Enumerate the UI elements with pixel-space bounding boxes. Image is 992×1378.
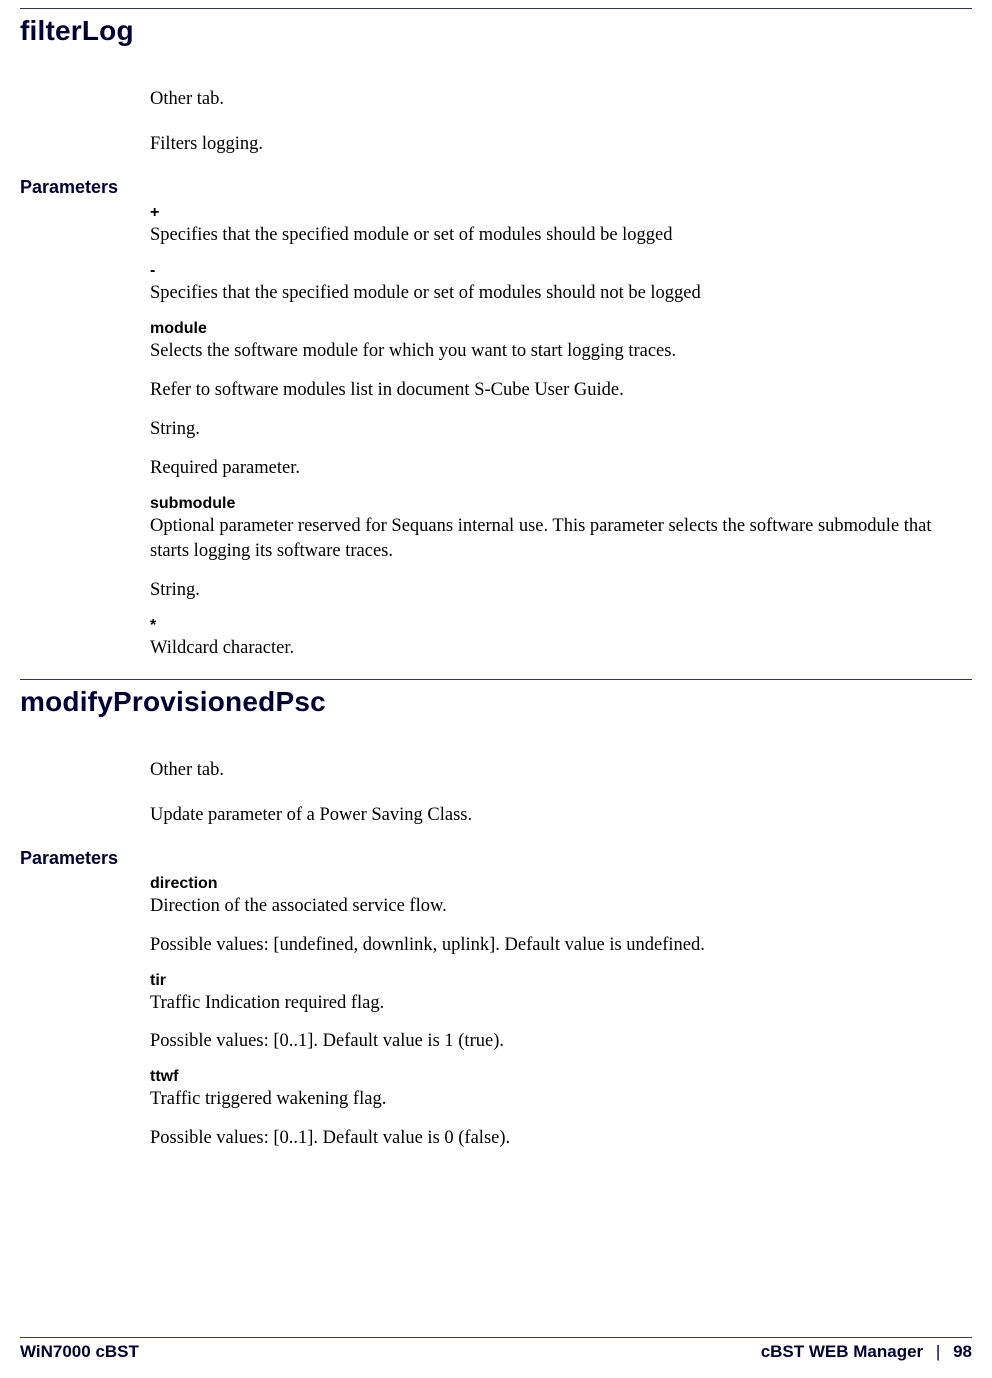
param-desc: Specifies that the specified module or s…	[150, 223, 942, 248]
param-desc: Optional parameter reserved for Sequans …	[150, 514, 942, 564]
param-desc: Required parameter.	[150, 456, 942, 481]
param-desc: Traffic Indication required flag.	[150, 991, 942, 1016]
footer-right-label: cBST WEB Manager	[761, 1342, 923, 1361]
parameters-heading: Parameters	[20, 177, 972, 198]
section-intro: Other tab. Filters logging.	[150, 87, 942, 157]
intro-para: Filters logging.	[150, 132, 942, 157]
param-desc: Traffic triggered wakening flag.	[150, 1087, 942, 1112]
param-name: tir	[150, 972, 942, 990]
param-name: submodule	[150, 495, 942, 513]
param-desc: Possible values: [0..1]. Default value i…	[150, 1126, 942, 1151]
param-desc: Possible values: [0..1]. Default value i…	[150, 1029, 942, 1054]
footer-right: cBST WEB Manager | 98	[761, 1342, 972, 1362]
parameters-heading: Parameters	[20, 848, 972, 869]
section-title: modifyProvisionedPsc	[20, 686, 972, 718]
param-desc: Refer to software modules list in docume…	[150, 378, 942, 403]
section-rule	[20, 679, 972, 680]
intro-para: Update parameter of a Power Saving Class…	[150, 803, 942, 828]
param-name: module	[150, 320, 942, 338]
param-desc: Wildcard character.	[150, 636, 942, 661]
param-name: +	[150, 204, 942, 222]
param-desc: Possible values: [undefined, downlink, u…	[150, 933, 942, 958]
param-desc: Direction of the associated service flow…	[150, 894, 942, 919]
section-title: filterLog	[20, 15, 972, 47]
parameters-block: direction Direction of the associated se…	[150, 875, 942, 1152]
page-number: 98	[953, 1342, 972, 1361]
footer-left: WiN7000 cBST	[20, 1342, 139, 1362]
footer-sep: |	[936, 1342, 940, 1361]
param-name: *	[150, 617, 942, 635]
section-intro: Other tab. Update parameter of a Power S…	[150, 758, 942, 828]
section-rule	[20, 8, 972, 9]
parameters-block: + Specifies that the specified module or…	[150, 204, 942, 661]
param-desc: Specifies that the specified module or s…	[150, 281, 942, 306]
intro-para: Other tab.	[150, 758, 942, 783]
param-desc: String.	[150, 578, 942, 603]
param-name: ttwf	[150, 1068, 942, 1086]
param-desc: Selects the software module for which yo…	[150, 339, 942, 364]
intro-para: Other tab.	[150, 87, 942, 112]
param-name: direction	[150, 875, 942, 893]
param-desc: String.	[150, 417, 942, 442]
param-name: -	[150, 262, 942, 280]
page-footer: WiN7000 cBST cBST WEB Manager | 98	[20, 1337, 972, 1362]
